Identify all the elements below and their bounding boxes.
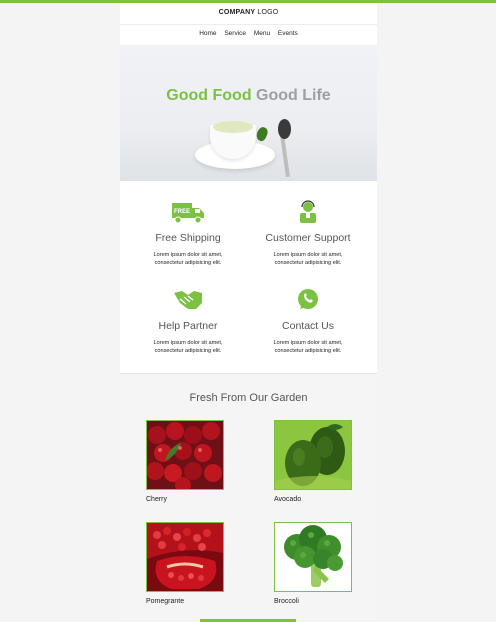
feature-title: Help Partner xyxy=(158,320,218,332)
feature-body-line: consectetur adipisicing elit. xyxy=(274,260,342,266)
product-name[interactable]: Broccoli xyxy=(274,598,354,605)
feature-title: Free Shipping xyxy=(155,232,221,244)
logo-bold-text: COMPANY xyxy=(218,9,256,16)
feature-body: Lorem ipsum dolor sit amet, consectetur … xyxy=(248,339,368,355)
feature-body-line: Lorem ipsum dolor sit amet, xyxy=(273,340,343,346)
feature-body: Lorem ipsum dolor sit amet, consectetur … xyxy=(128,251,248,267)
hero-title-gray: Good Life xyxy=(256,87,331,104)
nav-service[interactable]: Service xyxy=(224,30,246,37)
product-name[interactable]: Cherry xyxy=(146,496,226,503)
feature-body-line: Lorem ipsum dolor sit amet, xyxy=(153,252,223,258)
garden-title: Fresh From Our Garden xyxy=(189,392,308,404)
nav-events[interactable]: Events xyxy=(278,30,298,37)
feature-free-shipping: FREE Free Shipping Lorem ipsum dolor sit… xyxy=(128,199,248,267)
nav-home[interactable]: Home xyxy=(199,30,216,37)
product-card-pomegranate[interactable]: Pomegrante xyxy=(146,522,226,605)
feature-body-line: consectetur adipisicing elit. xyxy=(274,348,342,354)
feature-body: Lorem ipsum dolor sit amet, consectetur … xyxy=(128,339,248,355)
feature-body-line: consectetur adipisicing elit. xyxy=(154,260,222,266)
hero-soup xyxy=(213,121,253,133)
nav-menu[interactable]: Menu xyxy=(254,30,270,37)
feature-body-line: consectetur adipisicing elit. xyxy=(154,348,222,354)
feature-help-partner: Help Partner Lorem ipsum dolor sit amet,… xyxy=(128,287,248,355)
feature-title: Customer Support xyxy=(265,232,351,244)
free-truck-icon: FREE xyxy=(168,199,208,225)
hero-banner: Good Food Good Life xyxy=(120,45,377,181)
product-name[interactable]: Pomegrante xyxy=(146,598,226,605)
pomegranate-image[interactable] xyxy=(146,522,224,592)
svg-text:FREE: FREE xyxy=(174,209,190,215)
support-agent-icon xyxy=(288,199,328,225)
garden-section: Fresh From Our Garden Cherry Avocado Pom… xyxy=(120,373,377,622)
cherry-image[interactable] xyxy=(146,420,224,490)
email-container: COMPANY LOGO Home Service Menu Events Go… xyxy=(120,3,377,622)
hero-spoon xyxy=(278,119,291,139)
avocado-image[interactable] xyxy=(274,420,352,490)
whatsapp-icon[interactable] xyxy=(288,287,328,313)
handshake-icon xyxy=(168,287,208,313)
header-divider xyxy=(120,24,377,25)
feature-customer-support: Customer Support Lorem ipsum dolor sit a… xyxy=(248,199,368,267)
feature-contact-us: Contact Us Lorem ipsum dolor sit amet, c… xyxy=(248,287,368,355)
hero-title: Good Food Good Life xyxy=(120,87,377,105)
hero-title-green: Good Food xyxy=(166,87,252,104)
company-logo[interactable]: COMPANY LOGO xyxy=(120,9,377,16)
feature-body-line: Lorem ipsum dolor sit amet, xyxy=(273,252,343,258)
product-card-cherry[interactable]: Cherry xyxy=(146,420,226,503)
broccoli-image[interactable] xyxy=(274,522,352,592)
product-name[interactable]: Avocado xyxy=(274,496,354,503)
main-nav: Home Service Menu Events xyxy=(120,30,377,37)
feature-body-line: Lorem ipsum dolor sit amet, xyxy=(153,340,223,346)
product-card-avocado[interactable]: Avocado xyxy=(274,420,354,503)
hero-herb xyxy=(254,125,270,143)
feature-title: Contact Us xyxy=(282,320,334,332)
logo-light-text: LOGO xyxy=(257,9,279,16)
feature-body: Lorem ipsum dolor sit amet, consectetur … xyxy=(248,251,368,267)
hero-spoon-handle xyxy=(280,134,290,178)
product-card-broccoli[interactable]: Broccoli xyxy=(274,522,354,605)
